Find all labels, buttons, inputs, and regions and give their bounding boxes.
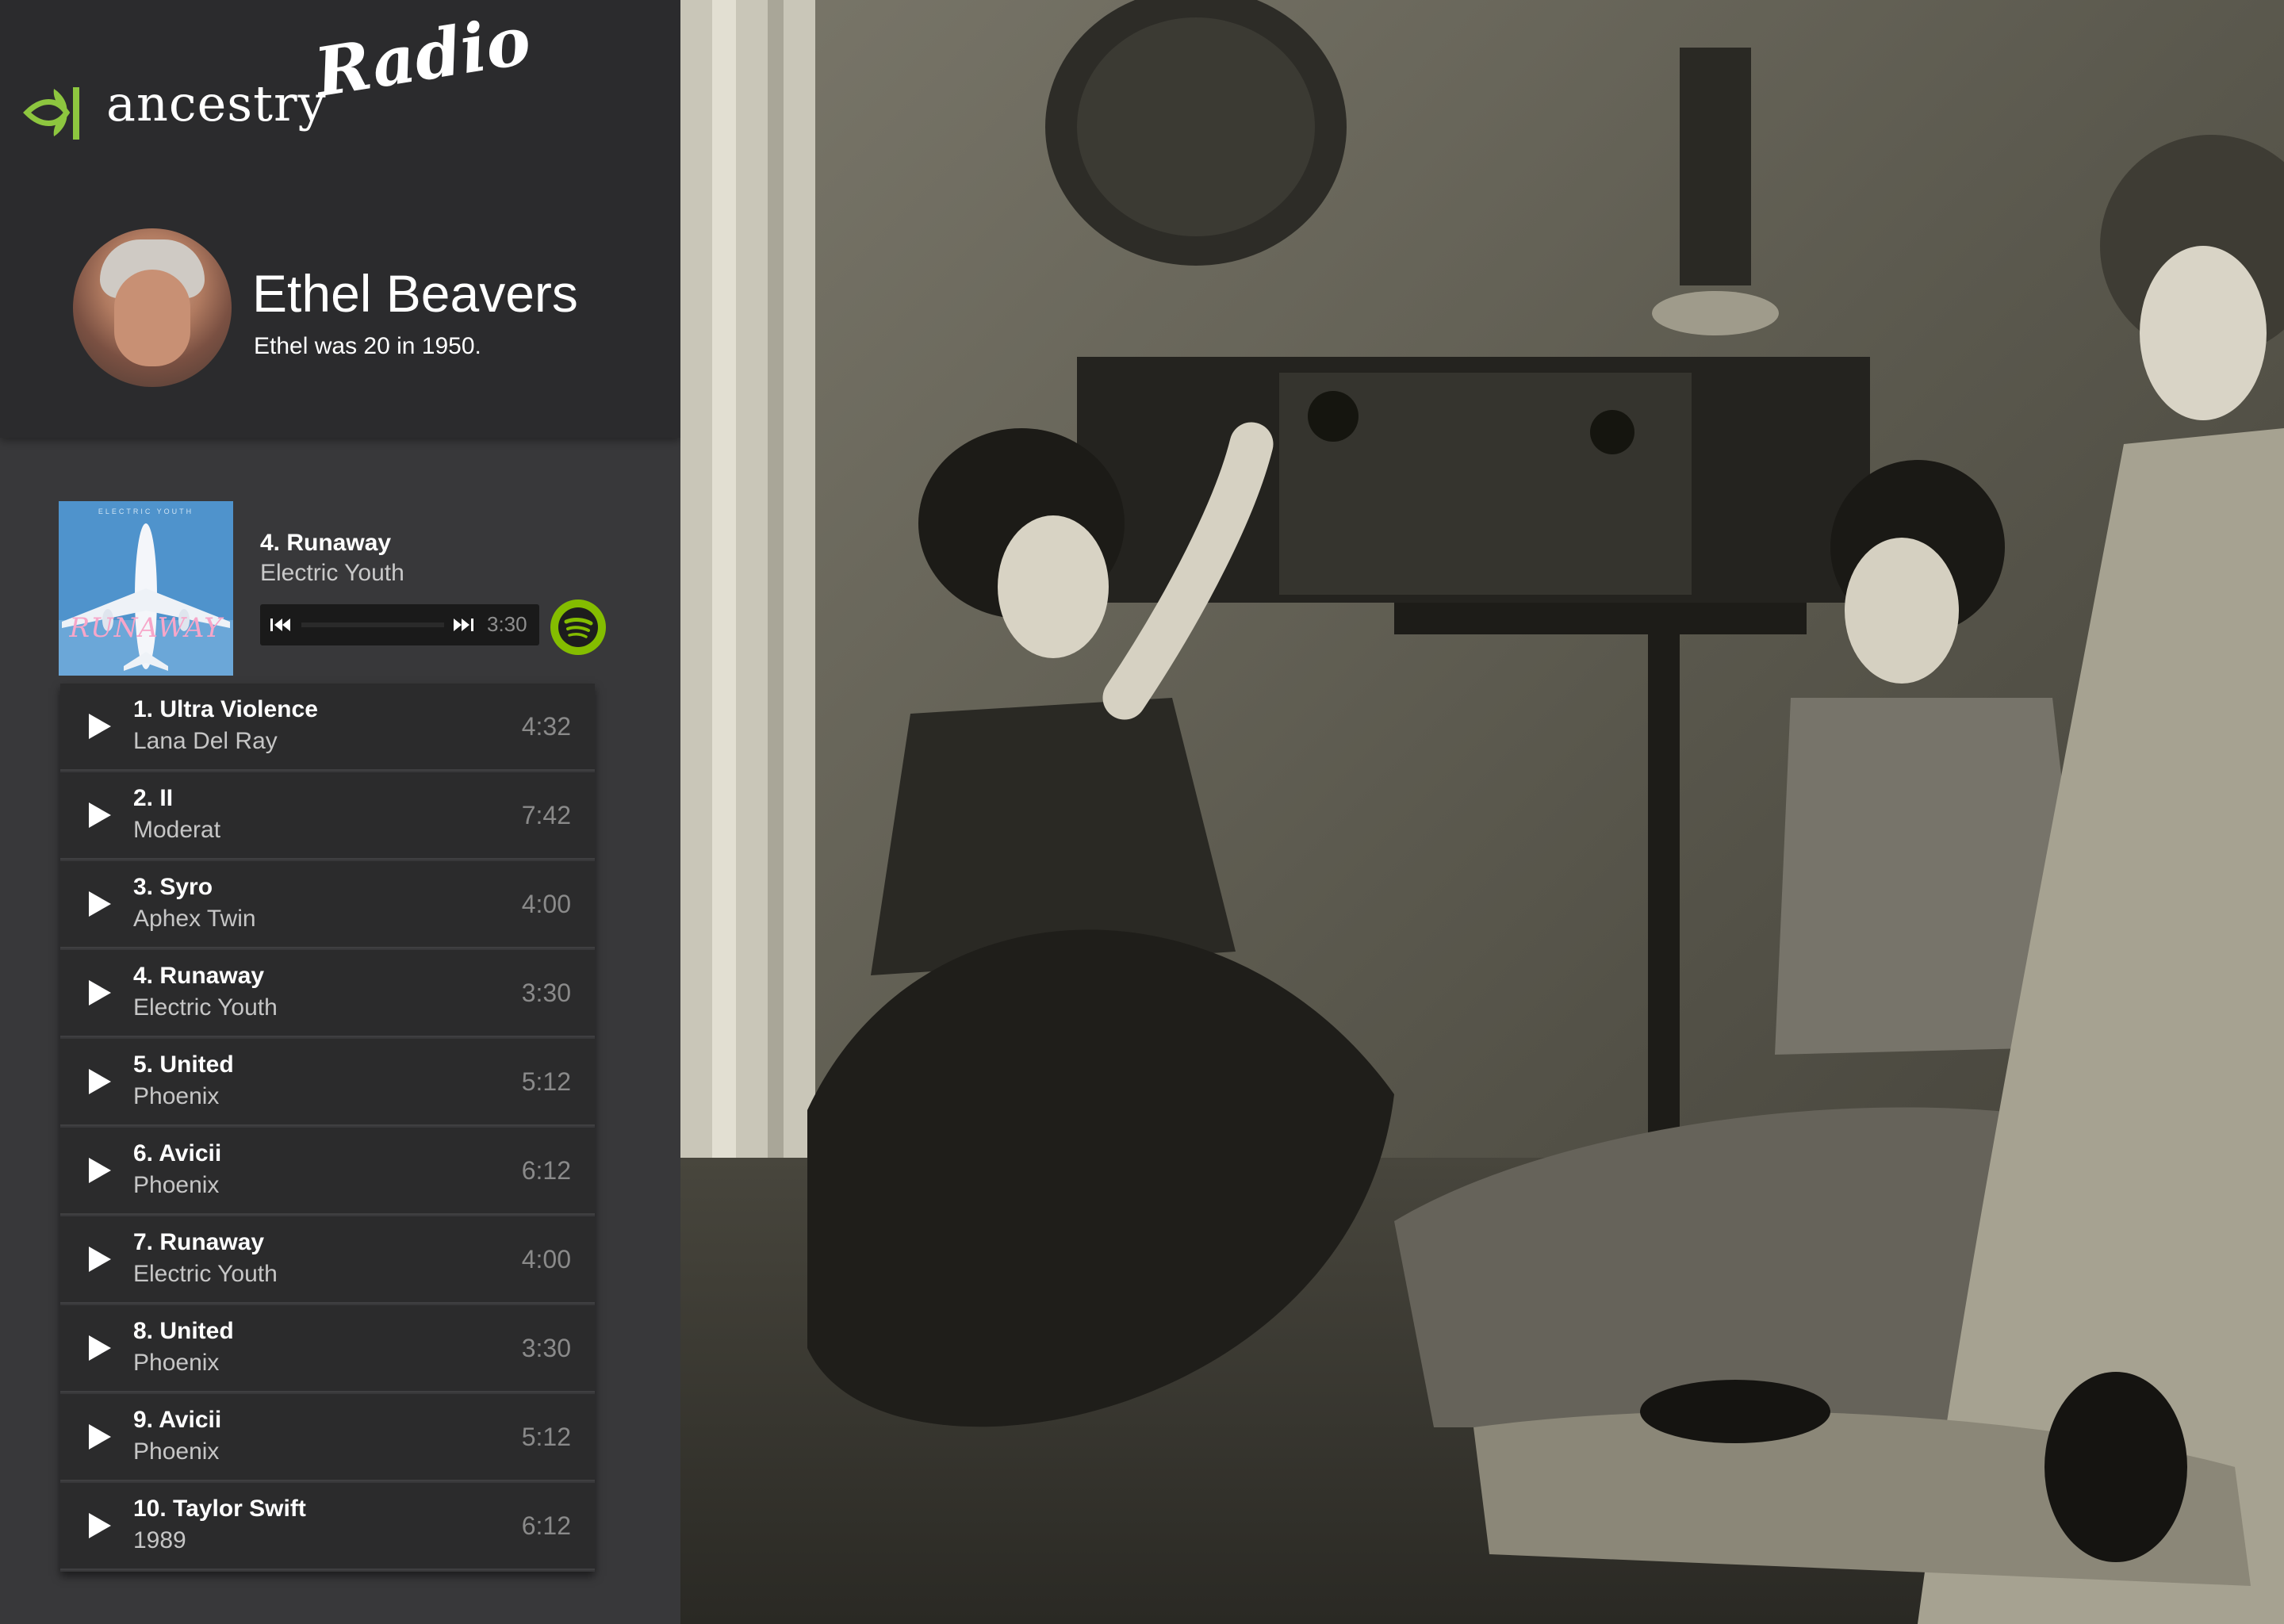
track-row[interactable]: 7. Runaway Electric Youth 4:00 [60,1216,595,1304]
track-row[interactable]: 4. Runaway Electric Youth 3:30 [60,950,595,1037]
now-playing: ELECTRIC YOUTH RUNAWAY 4. Runaway Electr… [59,501,614,676]
track-row[interactable]: 10. Taylor Swift 1989 6:12 [60,1483,595,1570]
track-row[interactable]: 1. Ultra Violence Lana Del Ray 4:32 [60,684,595,771]
track-duration: 3:30 [521,979,571,1007]
track-title: 4. Runaway [133,963,265,989]
album-art-header: ELECTRIC YOUTH [98,508,194,515]
track-title: 9. Avicii [133,1407,222,1433]
now-playing-duration: 3:30 [487,612,527,636]
track-artist: Phoenix [133,1350,220,1376]
track-artist: Moderat [133,817,221,843]
progress-track[interactable] [301,622,444,627]
track-row[interactable]: 5. United Phoenix 5:12 [60,1039,595,1126]
track-duration: 7:42 [521,801,571,829]
play-icon[interactable] [82,977,114,1009]
track-artist: Phoenix [133,1438,220,1465]
now-playing-artist: Electric Youth [260,560,404,586]
play-icon[interactable] [82,1332,114,1364]
track-title: 8. United [133,1318,234,1344]
logo-ancestry-text: ancestry [106,75,327,132]
track-row[interactable]: 9. Avicii Phoenix 5:12 [60,1394,595,1481]
track-artist: Phoenix [133,1172,220,1198]
play-icon[interactable] [82,710,114,742]
track-title: 2. II [133,785,174,811]
track-artist: Phoenix [133,1083,220,1109]
track-title: 7. Runaway [133,1229,265,1255]
logo-radio-text: Radio [309,0,536,113]
album-art-title: RUNAWAY [69,612,223,644]
profile-name: Ethel Beavers [252,264,578,323]
play-icon[interactable] [82,1421,114,1453]
track-duration: 5:12 [521,1423,571,1451]
spotify-logo [554,603,603,652]
album-art-airplane [59,501,233,676]
track-title: 1. Ultra Violence [133,696,318,722]
track-duration: 4:00 [521,890,571,918]
profile-avatar[interactable] [73,228,232,387]
track-artist: Electric Youth [133,1261,278,1287]
skip-previous-icon[interactable] [268,614,297,636]
ancestry-leaf-icon [23,87,79,140]
play-icon[interactable] [82,888,114,920]
audio-player-bar: 3:30 [260,604,539,645]
track-duration: 4:32 [521,712,571,741]
play-icon[interactable] [82,799,114,831]
track-list: 1. Ultra Violence Lana Del Ray 4:32 2. II Mo… [60,684,595,1572]
photo-illustration [680,0,2284,1624]
track-artist: 1989 [133,1527,186,1553]
play-icon[interactable] [82,1243,114,1275]
play-icon[interactable] [82,1155,114,1186]
sidebar: ancestry Radio Ethel Beavers Ethel was 2… [0,0,680,1624]
track-title: 3. Syro [133,874,213,900]
album-art: ELECTRIC YOUTH RUNAWAY [59,501,233,676]
sidebar-header: ancestry Radio Ethel Beavers Ethel was 2… [0,0,680,438]
profile-subtitle: Ethel was 20 in 1950. [254,333,481,359]
now-playing-title: 4. Runaway [260,530,392,556]
track-row[interactable]: 3. Syro Aphex Twin 4:00 [60,861,595,948]
ancestry-radio-logo[interactable]: ancestry Radio [22,1,577,143]
track-row[interactable]: 2. II Moderat 7:42 [60,772,595,860]
track-artist: Electric Youth [133,994,278,1021]
track-artist: Lana Del Ray [133,728,278,754]
vintage-radio-photo [680,0,2284,1624]
track-duration: 3:30 [521,1334,571,1362]
track-title: 5. United [133,1051,234,1078]
track-artist: Aphex Twin [133,906,256,932]
play-icon[interactable] [82,1510,114,1542]
track-duration: 6:12 [521,1156,571,1185]
play-icon[interactable] [82,1066,114,1097]
track-duration: 6:12 [521,1511,571,1540]
avatar-face [114,270,190,366]
track-duration: 4:00 [521,1245,571,1274]
spotify-icon[interactable] [550,599,606,655]
track-title: 6. Avicii [133,1140,222,1166]
skip-next-icon[interactable] [449,614,477,636]
track-title: 10. Taylor Swift [133,1496,306,1522]
track-duration: 5:12 [521,1067,571,1096]
ancestry-radio-app: ancestry Radio Ethel Beavers Ethel was 2… [0,0,2284,1624]
track-row[interactable]: 8. United Phoenix 3:30 [60,1305,595,1392]
track-row[interactable]: 6. Avicii Phoenix 6:12 [60,1128,595,1215]
